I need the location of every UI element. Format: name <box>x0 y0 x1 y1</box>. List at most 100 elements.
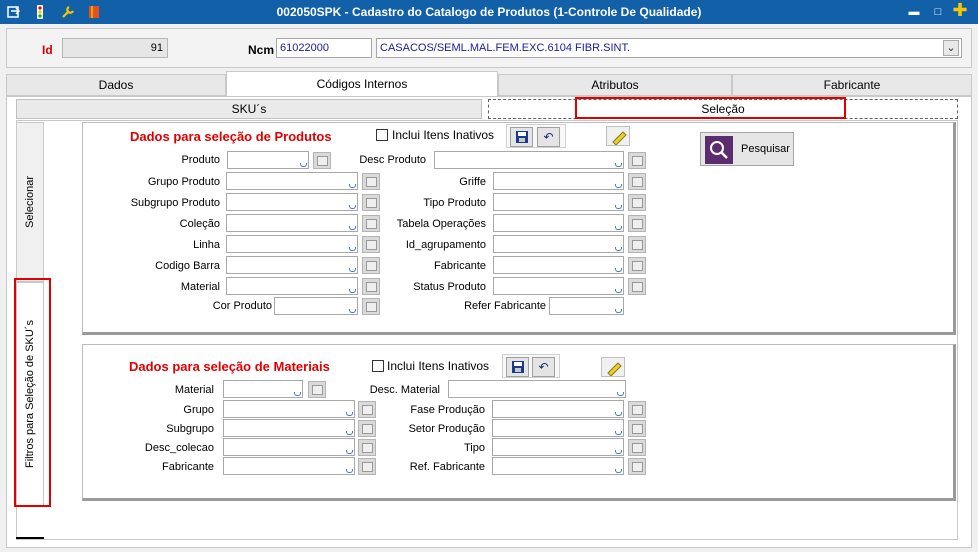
tab-dados[interactable]: Dados <box>6 74 226 96</box>
produto-lookup-button[interactable] <box>313 152 331 169</box>
material-input[interactable] <box>226 277 358 295</box>
fabricante-lookup-button[interactable] <box>628 257 646 274</box>
id-field[interactable]: 91 <box>62 38 168 58</box>
save-icon[interactable] <box>506 357 529 377</box>
maximize-button[interactable]: □ <box>930 4 946 20</box>
tab-atributos[interactable]: Atributos <box>498 74 732 96</box>
status-produto-input[interactable] <box>493 277 624 295</box>
mat-fabricante-input[interactable] <box>223 457 355 475</box>
desc-produto-input[interactable] <box>434 151 624 169</box>
id-agrupamento-input[interactable] <box>493 235 624 253</box>
tabela-operacoes-label: Tabela Operações <box>396 218 486 230</box>
subgrupo-produto-input[interactable] <box>226 193 358 211</box>
save-icon[interactable] <box>510 127 533 147</box>
ncm-description-select[interactable]: CASACOS/SEML.MAL.FEM.EXC.6104 FIBR.SINT.… <box>376 38 962 58</box>
vtab-selecionar[interactable]: Selecionar <box>16 122 44 282</box>
mat-desc-colecao-label: Desc_colecao <box>144 442 214 454</box>
search-button-label: Pesquisar <box>741 143 790 155</box>
tabela-operacoes-lookup-button[interactable] <box>628 215 646 232</box>
mat-material-label: Material <box>174 384 214 396</box>
mat-ref-fabricante-label: Ref. Fabricante <box>409 461 485 473</box>
search-button[interactable]: Pesquisar <box>700 132 794 166</box>
fabricante-label: Fabricante <box>434 260 486 272</box>
codigo-barra-input[interactable] <box>226 256 358 274</box>
materials-title: Dados para seleção de Materiais <box>129 359 330 374</box>
mat-fase-producao-lookup-button[interactable] <box>628 401 646 418</box>
title-bar: 002050SPK - Cadastro do Catalogo de Prod… <box>0 0 978 24</box>
mat-fase-producao-label: Fase Produção <box>410 404 485 416</box>
cor-produto-lookup-button[interactable] <box>362 298 380 315</box>
codigo-barra-label: Codigo Barra <box>155 260 220 272</box>
mat-setor-producao-input[interactable] <box>492 419 624 437</box>
id-label: Id <box>42 43 53 57</box>
clear-icon[interactable] <box>606 126 630 146</box>
products-include-inactive-label: Inclui Itens Inativos <box>392 128 495 142</box>
status-produto-label: Status Produto <box>413 281 486 293</box>
mat-subgrupo-input[interactable] <box>223 419 355 437</box>
mat-tipo-lookup-button[interactable] <box>628 439 646 456</box>
materials-include-inactive-label: Inclui Itens Inativos <box>387 359 490 373</box>
subtab-selecao[interactable]: Seleção <box>488 99 958 119</box>
mat-grupo-input[interactable] <box>223 400 355 418</box>
divider <box>16 537 44 539</box>
refer-fabricante-label: Refer Fabricante <box>464 300 546 312</box>
mat-setor-producao-label: Setor Produção <box>408 423 485 435</box>
griffe-lookup-button[interactable] <box>628 173 646 190</box>
colecao-label: Coleção <box>179 218 220 230</box>
griffe-input[interactable] <box>493 172 624 190</box>
linha-label: Linha <box>193 239 220 251</box>
cor-produto-input[interactable] <box>274 297 358 315</box>
tab-fabricante[interactable]: Fabricante <box>732 74 972 96</box>
produto-label: Produto <box>181 154 220 166</box>
materials-include-inactive-checkbox[interactable] <box>372 360 384 372</box>
chevron-down-icon[interactable]: ⌄ <box>943 40 959 56</box>
mat-ref-fabricante-lookup-button[interactable] <box>628 458 646 475</box>
mat-material-lookup-button[interactable] <box>308 381 326 398</box>
tipo-produto-lookup-button[interactable] <box>628 194 646 211</box>
cor-produto-label: Cor Produto <box>212 300 272 312</box>
minimize-button[interactable]: ▬ <box>906 4 922 20</box>
grupo-produto-input[interactable] <box>226 172 358 190</box>
desc-produto-lookup-button[interactable] <box>628 152 646 169</box>
window-title: 002050SPK - Cadastro do Catalogo de Prod… <box>276 5 702 19</box>
products-title: Dados para seleção de Produtos <box>130 129 332 144</box>
mat-subgrupo-label: Subgrupo <box>166 423 214 435</box>
fabricante-input[interactable] <box>493 256 624 274</box>
subtab-skus[interactable]: SKU´s <box>16 99 482 119</box>
mat-fabricante-label: Fabricante <box>162 461 214 473</box>
products-include-inactive-checkbox[interactable] <box>376 129 388 141</box>
produto-input[interactable] <box>227 151 309 169</box>
tabela-operacoes-input[interactable] <box>493 214 624 232</box>
grupo-produto-label: Grupo Produto <box>147 176 220 188</box>
clear-icon[interactable] <box>601 357 625 377</box>
tipo-produto-input[interactable] <box>493 193 624 211</box>
id-agrupamento-label: Id_agrupamento <box>405 239 486 251</box>
id-agrupamento-lookup-button[interactable] <box>628 236 646 253</box>
refer-fabricante-input[interactable] <box>549 297 624 315</box>
vtab-filtros-label: Filtros para Seleção de SKU´s <box>24 320 36 468</box>
colecao-input[interactable] <box>226 214 358 232</box>
search-icon <box>705 136 733 164</box>
tab-codigos-internos[interactable]: Códigos Internos <box>226 71 498 96</box>
mat-tipo-input[interactable] <box>492 438 624 456</box>
vtab-selecionar-label: Selecionar <box>24 176 36 228</box>
mat-desc-material-input[interactable] <box>448 380 626 398</box>
mat-ref-fabricante-input[interactable] <box>492 457 624 475</box>
mat-material-input[interactable] <box>223 380 303 398</box>
mat-fase-producao-input[interactable] <box>492 400 624 418</box>
mat-setor-producao-lookup-button[interactable] <box>628 420 646 437</box>
mat-tipo-label: Tipo <box>464 442 485 454</box>
undo-icon[interactable]: ↶ <box>537 127 560 147</box>
add-icon[interactable]: ✚ <box>952 1 968 19</box>
tipo-produto-label: Tipo Produto <box>423 197 486 209</box>
vtab-filtros[interactable]: Filtros para Seleção de SKU´s <box>16 282 44 506</box>
subgrupo-produto-label: Subgrupo Produto <box>130 197 220 209</box>
mat-desc-colecao-input[interactable] <box>223 438 355 456</box>
status-produto-lookup-button[interactable] <box>628 278 646 295</box>
ncm-code-field[interactable]: 61022000 <box>276 38 372 58</box>
linha-input[interactable] <box>226 235 358 253</box>
material-label: Material <box>180 281 220 293</box>
ncm-label: Ncm <box>248 43 275 57</box>
undo-icon[interactable]: ↶ <box>532 357 555 377</box>
griffe-label: Griffe <box>459 176 486 188</box>
